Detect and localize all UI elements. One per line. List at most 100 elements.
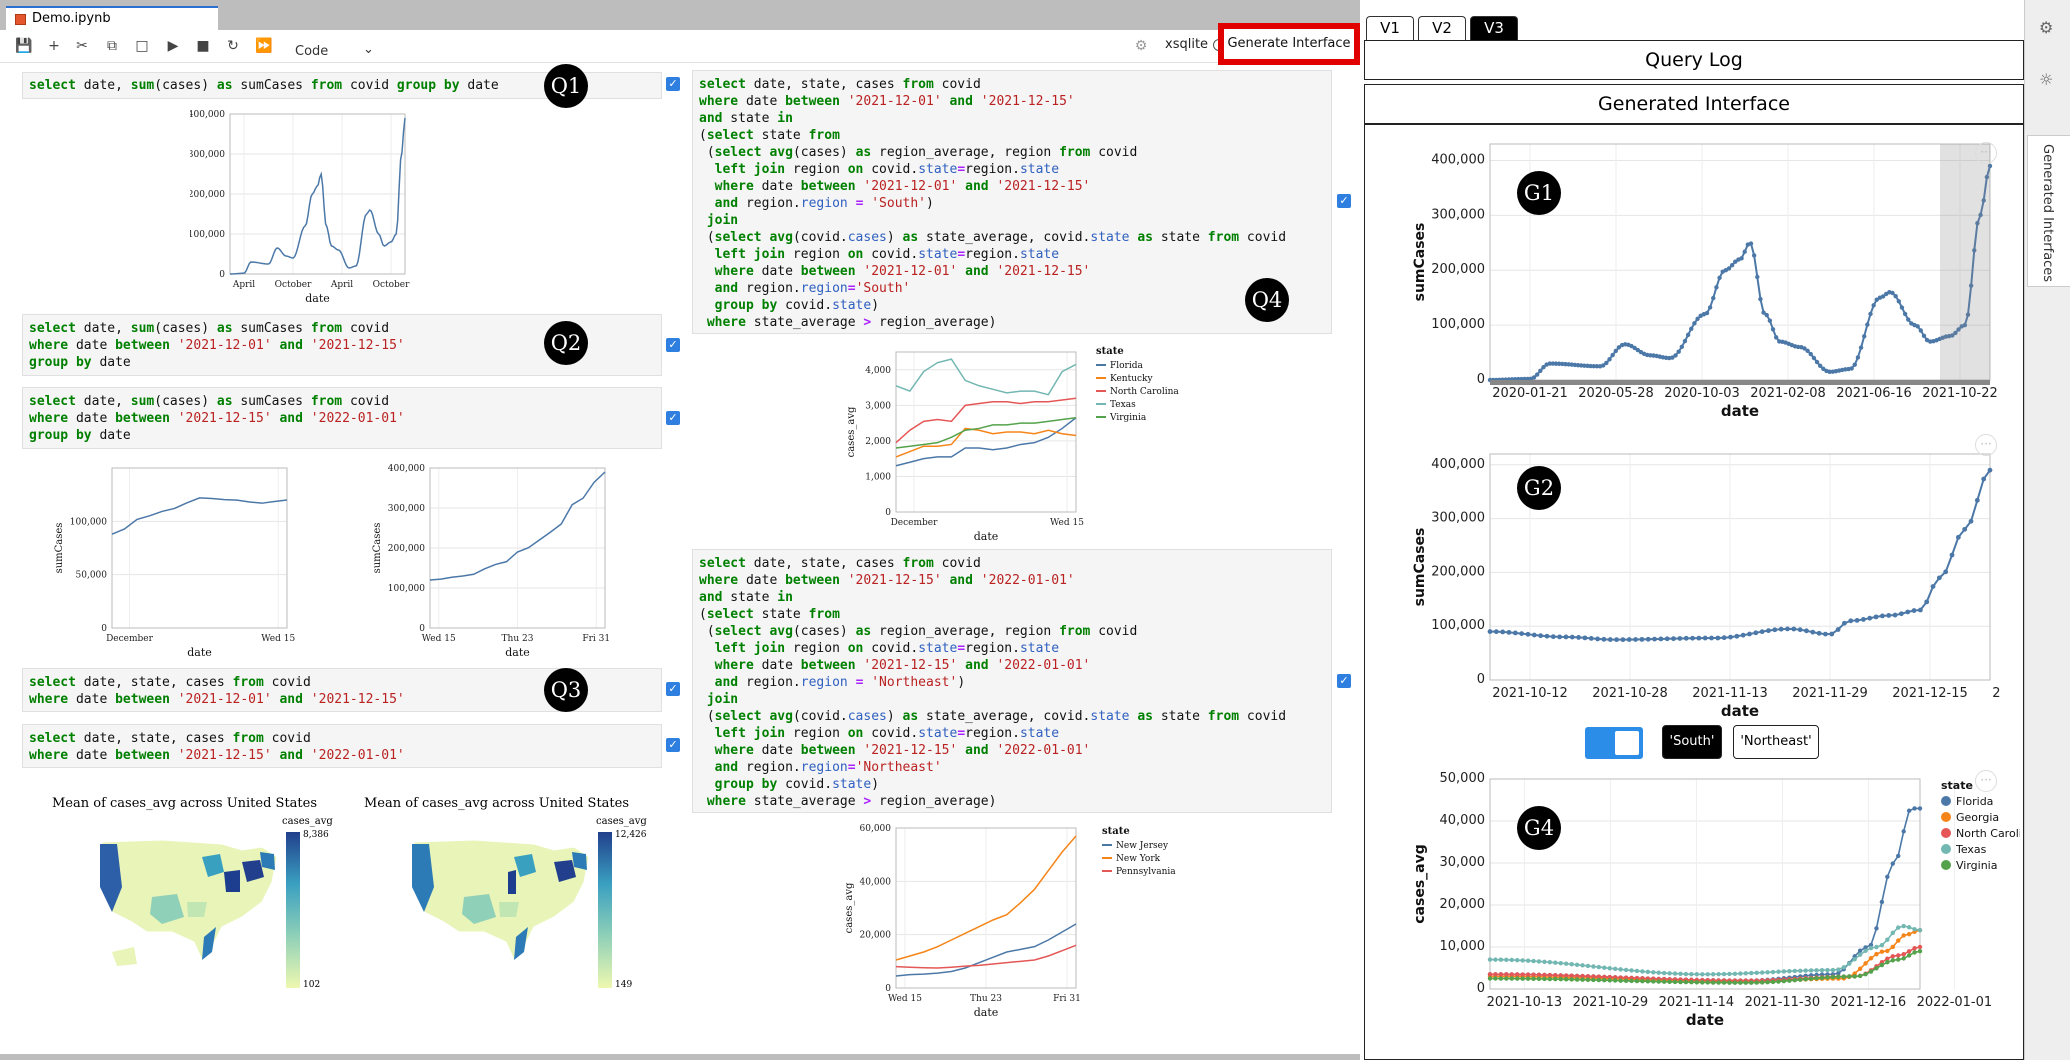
data-point (1776, 969, 1781, 974)
data-point (1602, 965, 1607, 970)
data-point (1835, 627, 1841, 632)
restart-icon[interactable]: ↻ (223, 36, 243, 56)
data-point (1912, 806, 1917, 811)
status-strip (0, 1054, 1360, 1060)
x-tick-label: December (106, 634, 154, 644)
copy-icon[interactable]: ⧉ (102, 36, 122, 56)
cell-type-select[interactable]: Code ⌄ (295, 42, 374, 59)
data-point (1582, 635, 1588, 641)
cell-checkbox-q2a[interactable]: ✓ (666, 338, 680, 352)
region-south-button[interactable]: 'South' (1662, 725, 1722, 759)
run-icon[interactable]: ▶ (163, 36, 183, 56)
fast-forward-icon[interactable]: ⏩ (254, 36, 274, 56)
region-northeast-button[interactable]: 'Northeast' (1733, 725, 1819, 759)
file-tab[interactable]: Demo.ipynb (6, 6, 218, 30)
chart-g2-line[interactable]: 0 100,000 200,000 300,000 400,000 2021-10-12 2… (1400, 440, 2000, 720)
data-point (1542, 959, 1547, 965)
data-point (1685, 332, 1691, 338)
code-cell-q2b[interactable]: select date, sum(cases) as sumCases from… (22, 387, 662, 449)
bug-icon[interactable]: ⚙ (1131, 36, 1151, 56)
data-point (1711, 295, 1716, 301)
data-point (1520, 972, 1525, 977)
data-point (1798, 977, 1803, 982)
save-icon[interactable]: 💾 (14, 36, 34, 56)
generate-interface-button[interactable]: Generate Interface (1218, 23, 1360, 65)
cell-checkbox-q2b[interactable]: ✓ (666, 411, 680, 425)
data-point (1759, 629, 1765, 635)
badge-q4: Q4 (1245, 278, 1289, 322)
paste-icon[interactable]: □ (132, 36, 152, 56)
code-cell-q4b[interactable]: select date, state, cases from covid whe… (692, 549, 1332, 813)
code-cell-q4a[interactable]: select date, state, cases from covid whe… (692, 70, 1332, 334)
legend-label: Virginia (1109, 413, 1147, 423)
data-point (1792, 968, 1798, 974)
data-point (1847, 974, 1852, 979)
data-point (1487, 957, 1493, 962)
x-axis-title: date (505, 646, 530, 659)
legend-title: state (1941, 779, 1973, 792)
data-point (1536, 976, 1542, 982)
generated-interface-header[interactable]: Generated Interface (1364, 84, 2024, 124)
data-point (1690, 635, 1695, 641)
sidebar-tab-label: Generated Interfaces (2040, 144, 2055, 283)
plot-frame (111, 467, 288, 629)
series-line (895, 427, 1077, 458)
data-point (1515, 972, 1520, 977)
data-point (1901, 952, 1906, 957)
tab-v2[interactable]: V2 (1418, 16, 1466, 40)
chart-g1-line[interactable]: 0 100,000 200,000 300,000 400,000 2020-01-21 2… (1400, 130, 2000, 430)
query-log-header[interactable]: Query Log (1364, 40, 2024, 80)
cell-checkbox-q4a[interactable]: ✓ (1337, 194, 1351, 208)
legend-label: Pennsylvania (1116, 867, 1176, 877)
chart-g4-line[interactable]: 0 10,000 20,000 30,000 40,000 50,000 2021-10-1… (1400, 765, 2020, 1055)
y-tick-label: 40,000 (860, 877, 892, 887)
data-point (1618, 978, 1623, 983)
data-point (1678, 971, 1683, 977)
chart-menu-icon[interactable]: ··· (1975, 770, 1997, 792)
y-axis-title: sumCases (1412, 528, 1428, 607)
data-point (1743, 980, 1749, 985)
filter-toggle[interactable] (1585, 727, 1643, 759)
cut-icon[interactable]: ✂ (72, 36, 92, 56)
chart-menu-icon[interactable]: ··· (1975, 434, 1997, 456)
x-tick-label: 2021-10-22 (1922, 386, 1998, 401)
cell-checkbox-q3b[interactable]: ✓ (666, 738, 680, 752)
legend-label: Texas (1955, 843, 1987, 856)
data-point (1930, 584, 1936, 589)
data-point (1651, 979, 1656, 984)
cell-checkbox-q1[interactable]: ✓ (666, 77, 680, 91)
data-point (1651, 970, 1656, 975)
data-point (1898, 611, 1904, 617)
plot-frame (1489, 453, 1991, 681)
bug-icon[interactable]: ☼ (2039, 70, 2053, 89)
code-cell-q3b[interactable]: select date, state, cases from covid whe… (22, 724, 662, 768)
chart-menu-icon[interactable]: ··· (1975, 142, 1997, 164)
tab-v1[interactable]: V1 (1366, 16, 1414, 40)
data-point (1639, 636, 1645, 642)
add-cell-icon[interactable]: + (44, 36, 64, 56)
cell-checkbox-q4b[interactable]: ✓ (1337, 674, 1351, 688)
y-tick-label: 300,000 (1431, 207, 1485, 222)
x-tick-label: 2020-01-21 (1492, 386, 1568, 401)
x-tick-label: April (232, 280, 255, 290)
series-line (1489, 165, 1991, 381)
y-axis-title: sumCases (1412, 223, 1428, 302)
sidebar-tab-generated-interfaces[interactable]: Generated Interfaces (2027, 135, 2070, 287)
gear-icon[interactable]: ⚙ (2039, 18, 2053, 37)
stop-icon[interactable]: ■ (193, 36, 213, 56)
data-point (1896, 938, 1901, 943)
data-point (1879, 949, 1885, 954)
data-point (1896, 299, 1902, 304)
data-point (1899, 305, 1905, 310)
y-tick-label: 100,000 (388, 584, 425, 594)
tab-v3[interactable]: V3 (1470, 16, 1518, 40)
y-tick-label: 40,000 (1440, 813, 1486, 828)
data-point (1874, 966, 1879, 971)
data-point (1754, 980, 1759, 985)
data-point (1576, 635, 1582, 640)
data-point (1901, 956, 1906, 961)
cell-checkbox-q3a[interactable]: ✓ (666, 682, 680, 696)
data-point (1553, 960, 1558, 965)
data-point (1504, 957, 1509, 963)
data-point (1563, 634, 1569, 640)
